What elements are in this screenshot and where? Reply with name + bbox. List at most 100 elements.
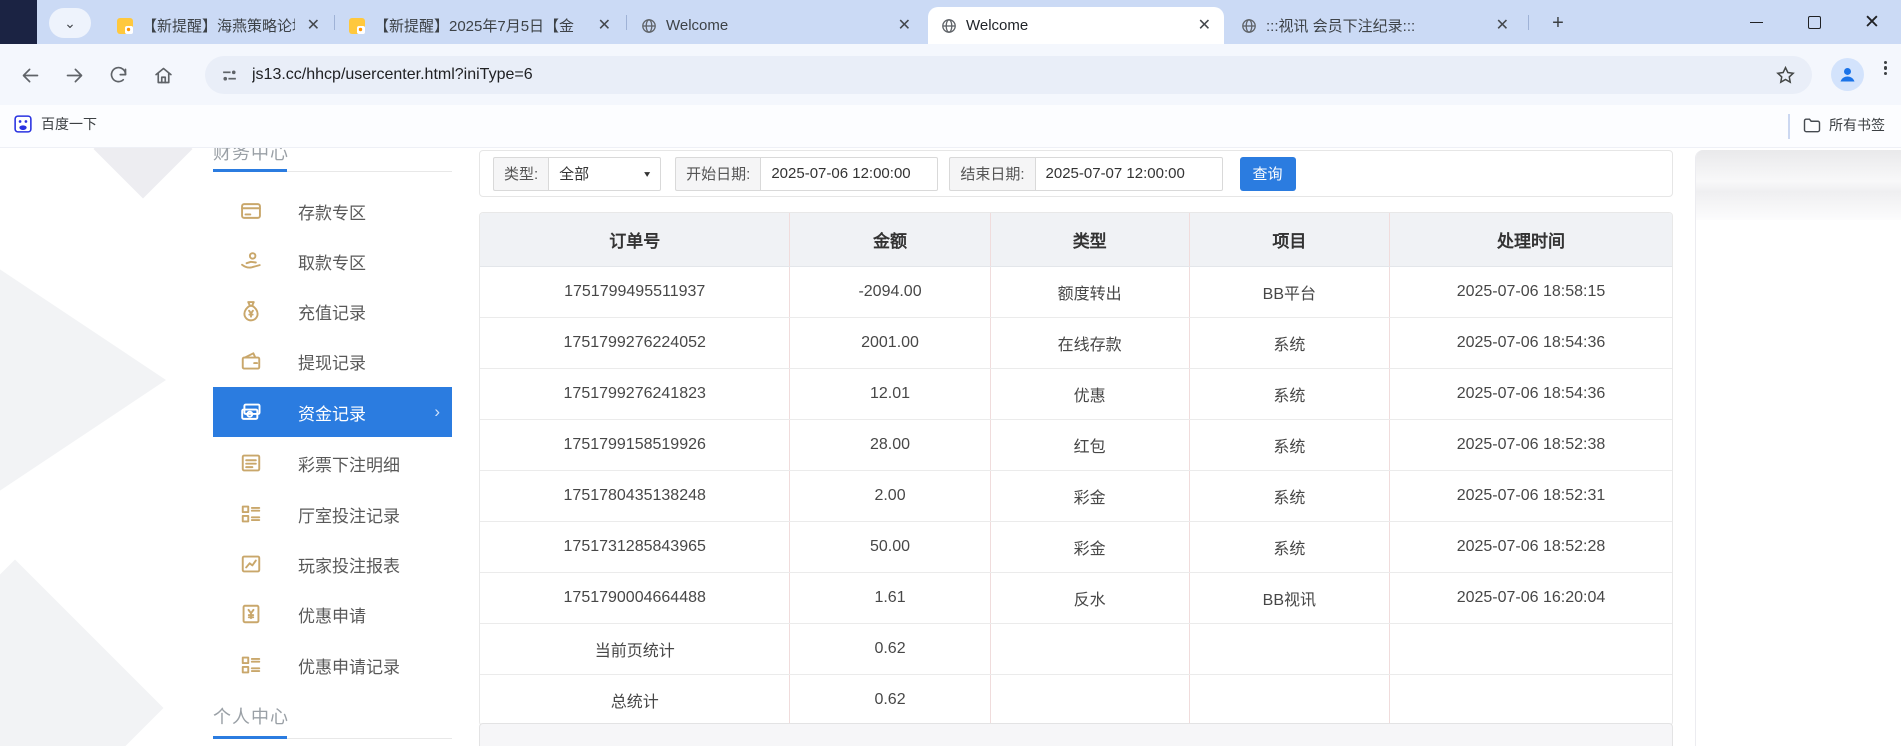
globe-icon <box>941 18 957 34</box>
table-cell: 1.61 <box>789 572 991 624</box>
start-date-input[interactable]: 2025-07-06 12:00:00 <box>760 156 939 191</box>
section-line <box>287 171 452 172</box>
table-cell <box>989 674 1190 725</box>
forum-favicon-icon <box>349 17 365 34</box>
reload-button[interactable] <box>104 61 132 89</box>
table-row: 1751780435138248 2.00 彩金 系统 2025-07-06 18:52… <box>480 470 1672 522</box>
hand-icon <box>240 250 262 272</box>
table-cell: 50.00 <box>789 521 991 573</box>
tab-2[interactable]: 【新提醒】2025年7月5日【金 ✕ <box>336 7 624 44</box>
close-icon[interactable]: ✕ <box>1195 17 1214 34</box>
site-settings-icon[interactable] <box>221 67 238 84</box>
column-header: 处理时间 <box>1388 213 1672 267</box>
bookmark-label: 百度一下 <box>41 116 97 132</box>
sidebar-item-coupon-8[interactable]: 优惠申请 <box>213 589 452 639</box>
all-bookmarks-label: 所有书签 <box>1829 117 1885 133</box>
page-content: 财务中心 存款专区 取款专区 充值记录 提现记录 资金记录 › 彩票下注明细 厅室投注记录 玩家… <box>0 148 1901 746</box>
minimize-icon <box>1749 21 1763 23</box>
sidebar-item-gridlist-6[interactable]: 厅室投注记录 <box>213 489 452 539</box>
table-cell <box>1388 623 1672 675</box>
table-cell: 反水 <box>989 572 1190 624</box>
sidebar-item-wallet-3[interactable]: 提现记录 <box>213 336 452 386</box>
close-icon[interactable]: ✕ <box>595 17 614 34</box>
type-select[interactable]: 全部 ▾ <box>548 156 662 191</box>
right-panel-gradient <box>1696 150 1901 220</box>
section-underline <box>213 736 287 739</box>
chart-icon <box>240 553 262 575</box>
table-row: 1751790004664488 1.61 反水 BB视讯 2025-07-06 16:… <box>480 572 1672 624</box>
moneybag-icon <box>240 300 262 322</box>
tab-title: Welcome <box>966 17 1029 34</box>
arrow-right-icon <box>66 68 82 82</box>
end-date-input[interactable]: 2025-07-07 12:00:00 <box>1034 156 1223 191</box>
home-icon <box>154 67 172 83</box>
card-icon <box>240 200 262 222</box>
bookmark-baidu[interactable]: 百度一下 <box>14 114 97 134</box>
maximize-button[interactable] <box>1785 0 1843 44</box>
browser-menu-button[interactable] <box>1884 61 1888 76</box>
sidebar-item-label: 优惠申请记录 <box>298 657 400 677</box>
table-cell <box>1188 674 1390 725</box>
close-icon: ✕ <box>1864 11 1880 33</box>
table-cell: 1751799276241823 <box>480 368 790 420</box>
summary-row: 总统计 0.62 <box>480 674 1672 725</box>
filter-panel: 类型: 全部 ▾ 开始日期: 2025-07-06 12:00:00 结束日期:… <box>479 150 1673 197</box>
tab-3[interactable]: Welcome ✕ <box>628 7 924 44</box>
forward-button[interactable] <box>60 61 88 89</box>
sidebar-item-moneybag-2[interactable]: 充值记录 <box>213 286 452 336</box>
table-cell: BB视讯 <box>1188 572 1390 624</box>
type-label: 类型: <box>493 156 549 191</box>
section-line <box>287 738 452 739</box>
table-cell: 0.62 <box>789 623 991 675</box>
bookmark-star-icon[interactable] <box>1775 65 1796 86</box>
tab-4-active[interactable]: Welcome ✕ <box>928 7 1224 44</box>
table-cell: 1751790004664488 <box>480 572 790 624</box>
all-bookmarks-button[interactable]: 所有书签 <box>1802 115 1885 135</box>
url-text[interactable]: js13.cc/hhcp/usercenter.html?iniType=6 <box>252 66 1775 84</box>
table-cell: 1751799276224052 <box>480 317 790 369</box>
column-header: 订单号 <box>480 213 790 267</box>
tab-divider <box>626 15 627 30</box>
table-cell: 2025-07-06 18:54:36 <box>1388 368 1672 420</box>
tab-5[interactable]: :::视讯 会员下注纪录::: ✕ <box>1228 7 1522 44</box>
browser-toolbar: js13.cc/hhcp/usercenter.html?iniType=6 <box>0 44 1901 105</box>
chevron-down-icon: ⌄ <box>64 14 76 31</box>
profile-avatar[interactable] <box>1831 58 1864 91</box>
new-tab-button[interactable]: + <box>1545 10 1571 36</box>
wallet-icon <box>240 350 262 372</box>
gridlist-icon <box>240 654 262 676</box>
list-icon <box>240 452 262 474</box>
pagination-panel <box>479 723 1673 746</box>
tab-1[interactable]: 【新提醒】海燕策略论坛综合交 ✕ <box>104 7 333 44</box>
globe-icon <box>641 18 657 34</box>
sidebar-item-cash-4[interactable]: 资金记录 › <box>213 387 452 437</box>
close-icon[interactable]: ✕ <box>304 17 323 34</box>
window-controls: ✕ <box>1727 0 1901 44</box>
minimize-button[interactable] <box>1727 0 1785 44</box>
sidebar-item-hand-1[interactable]: 取款专区 <box>213 236 452 286</box>
sidebar-item-list-5[interactable]: 彩票下注明细 <box>213 438 452 488</box>
browser-window: ⌄ 【新提醒】海燕策略论坛综合交 ✕ 【新提醒】2025年7月5日【金 ✕ We… <box>0 0 1901 746</box>
url-bar[interactable]: js13.cc/hhcp/usercenter.html?iniType=6 <box>205 56 1812 94</box>
sidebar-item-card-0[interactable]: 存款专区 <box>213 186 452 236</box>
sidebar-item-label: 彩票下注明细 <box>298 455 400 475</box>
table-cell: 1751780435138248 <box>480 470 790 522</box>
tab-search-button[interactable]: ⌄ <box>49 8 91 38</box>
person-icon <box>1840 67 1855 82</box>
search-button[interactable]: 查询 <box>1239 156 1296 191</box>
table-cell: 在线存款 <box>989 317 1190 369</box>
table-cell: 额度转出 <box>989 266 1190 318</box>
close-icon[interactable]: ✕ <box>895 17 914 34</box>
back-button[interactable] <box>16 61 44 89</box>
end-date-label: 结束日期: <box>949 156 1035 191</box>
sidebar-item-label: 存款专区 <box>298 203 366 223</box>
close-window-button[interactable]: ✕ <box>1843 0 1901 44</box>
close-icon[interactable]: ✕ <box>1493 17 1512 34</box>
sidebar-item-label: 优惠申请 <box>298 606 366 626</box>
end-date-group: 结束日期: 2025-07-07 12:00:00 <box>949 156 1223 191</box>
right-side-panel <box>1695 150 1901 746</box>
sidebar-item-gridlist-9[interactable]: 优惠申请记录 <box>213 640 452 690</box>
sidebar-item-chart-7[interactable]: 玩家投注报表 <box>213 539 452 589</box>
home-button[interactable] <box>149 61 177 89</box>
type-select-value: 全部 <box>559 166 590 183</box>
